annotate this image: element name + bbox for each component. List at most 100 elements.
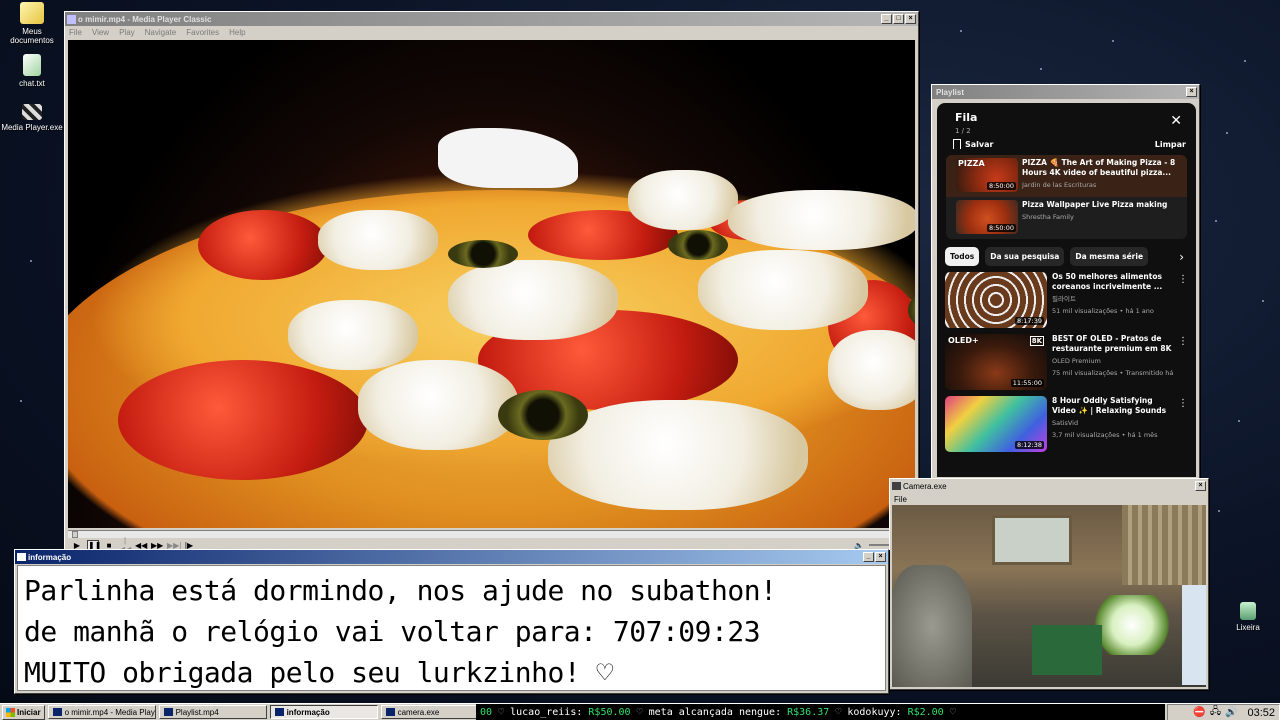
task-label: o mimir.mp4 - Media Playe... [64, 707, 155, 717]
clock[interactable]: 03:52 [1241, 707, 1275, 719]
window-title: Camera.exe [903, 481, 947, 491]
recommended-channel: OLED Premium [1052, 357, 1101, 365]
heart-icon: ♡ [835, 707, 848, 718]
recommended-channel: 필라이트 [1052, 295, 1076, 303]
close-button[interactable]: × [1186, 87, 1197, 97]
youtube-queue-panel: Fila 1 / 2 ✕ Salvar Limpar PIZZA 8:50:00… [937, 103, 1196, 477]
filter-chips: Todos Da sua pesquisa Da mesma série › [937, 239, 1196, 266]
recommended-item[interactable]: OLED+ 8K 11:55:00 BEST OF OLED - Pratos … [937, 328, 1196, 390]
info-window[interactable]: informação _ × Parlinha está dormindo, n… [14, 549, 889, 694]
queue-thumbnail: 8:50:00 [956, 200, 1018, 234]
system-tray: ⛔ 🖧 🔊 03:52 [1167, 704, 1280, 720]
start-button[interactable]: Iniciar [2, 704, 45, 720]
ticker-user: meta alcançada nengue: [648, 707, 782, 718]
heart-icon: ♡ [498, 707, 511, 718]
save-button[interactable]: Salvar [953, 139, 993, 149]
close-button[interactable]: × [905, 14, 916, 24]
chip-da-mesma-serie[interactable]: Da mesma série [1070, 247, 1149, 266]
donation-ticker: 00 ♡ lucao_reiis: R$50.00 ♡ meta alcança… [476, 704, 1165, 720]
recommended-channel: SatisVid [1052, 419, 1079, 427]
menu-view[interactable]: View [92, 28, 109, 37]
title-bar[interactable]: Playlist × [932, 85, 1199, 99]
queue-item[interactable]: 8:50:00 Pizza Wallpaper Live Pizza makin… [946, 197, 1187, 239]
queue-channel: Jardin de las Escrituras [1022, 181, 1097, 189]
clear-button[interactable]: Limpar [1155, 140, 1186, 149]
menu-file[interactable]: File [69, 28, 82, 37]
desktop-icon-chat-txt[interactable]: chat.txt [0, 54, 64, 88]
thumb-text: PIZZA [958, 159, 985, 168]
maximize-button[interactable]: □ [893, 14, 904, 24]
recommended-thumbnail: 8:17:39 [945, 272, 1047, 328]
video-frame-pizza[interactable] [68, 40, 915, 528]
security-icon[interactable]: ⛔ [1193, 707, 1205, 718]
task-label: informação [286, 707, 330, 717]
playlist-window[interactable]: Playlist × Fila 1 / 2 ✕ Salvar Limpar PI… [931, 84, 1200, 480]
queue-channel: Shrestha Family [1022, 213, 1074, 221]
title-bar[interactable]: o mimir.mp4 - Media Player Classic _ □ × [65, 12, 918, 26]
network-icon[interactable]: 🖧 [1210, 704, 1221, 720]
close-button[interactable]: × [1195, 481, 1206, 491]
taskbar-button-playlist[interactable]: Playlist.mp4 [158, 705, 267, 719]
chevron-right-icon[interactable]: › [1179, 250, 1188, 264]
duration: 8:17:39 [1014, 317, 1044, 325]
start-label: Iniciar [17, 707, 41, 717]
task-label: Playlist.mp4 [175, 707, 219, 717]
window-title: Playlist [936, 87, 965, 97]
app-icon [17, 553, 26, 561]
volume-icon[interactable]: 🔊 [1225, 707, 1237, 718]
ticker-amount: R$2.00 [907, 707, 944, 718]
save-label: Salvar [965, 139, 994, 149]
recommended-item[interactable]: 8:12:38 8 Hour Oddly Satisfying Video ✨ … [937, 390, 1196, 452]
duration: 8:12:38 [1014, 441, 1044, 449]
camera-window[interactable]: Camera.exe × File [889, 478, 1209, 690]
more-options-icon[interactable]: ⋮ [1178, 398, 1188, 409]
info-line: Parlinha está dormindo, nos ajude no sub… [24, 574, 777, 607]
duration: 11:55:00 [1010, 379, 1044, 387]
windows-logo-icon [6, 707, 15, 717]
queue-item[interactable]: PIZZA 8:50:00 PIZZA 🍕 The Art of Making … [946, 155, 1187, 197]
chip-da-sua-pesquisa[interactable]: Da sua pesquisa [985, 247, 1065, 266]
seek-handle[interactable] [72, 531, 78, 538]
recommended-meta: 75 mil visualizações • Transmitido há 1 … [1052, 369, 1175, 377]
close-button[interactable]: × [875, 552, 886, 562]
window-title: informação [28, 552, 72, 562]
more-options-icon[interactable]: ⋮ [1178, 336, 1188, 347]
desktop-icon-media-player[interactable]: Media Player.exe [0, 104, 64, 132]
seek-bar[interactable] [68, 530, 915, 538]
close-icon[interactable]: ✕ [1170, 113, 1182, 129]
taskbar: Iniciar o mimir.mp4 - Media Playe... Pla… [0, 703, 1280, 720]
media-player-window[interactable]: o mimir.mp4 - Media Player Classic _ □ ×… [64, 11, 919, 554]
heart-icon: ♡ [636, 707, 649, 718]
chip-todos[interactable]: Todos [945, 247, 980, 266]
info-message: Parlinha está dormindo, nos ajude no sub… [17, 565, 886, 691]
window-icon [163, 708, 173, 716]
queue-title: PIZZA 🍕 The Art of Making Pizza - 8 Hour… [1022, 158, 1176, 177]
recommended-item[interactable]: 8:17:39 Os 50 melhores alimentos coreano… [937, 266, 1196, 328]
menu-favorites[interactable]: Favorites [186, 28, 219, 37]
desktop-icon-label: chat.txt [19, 79, 45, 88]
desktop-icon-my-documents[interactable]: Meus documentos [0, 2, 64, 45]
ticker-user: lucao_reiis: [510, 707, 583, 718]
menu-navigate[interactable]: Navigate [145, 28, 177, 37]
taskbar-button-informacao[interactable]: informação [269, 705, 378, 719]
minimize-button[interactable]: _ [863, 552, 874, 562]
menu-bar: File View Play Navigate Favorites Help [65, 26, 918, 38]
menu-play[interactable]: Play [119, 28, 135, 37]
recommended-title: Os 50 melhores alimentos coreanos incriv… [1052, 272, 1163, 291]
title-bar[interactable]: Camera.exe × [890, 479, 1208, 493]
queue-thumbnail: PIZZA 8:50:00 [956, 158, 1018, 192]
minimize-button[interactable]: _ [881, 14, 892, 24]
queue-header: Fila [955, 111, 978, 124]
ticker-lead: 00 [480, 707, 493, 718]
bookmark-icon [953, 139, 961, 149]
thumb-badge: 8K [1029, 336, 1044, 346]
menu-file[interactable]: File [894, 495, 907, 504]
more-options-icon[interactable]: ⋮ [1178, 274, 1188, 285]
taskbar-button-camera[interactable]: camera.exe [380, 705, 484, 719]
duration: 8:50:00 [986, 182, 1016, 190]
menu-help[interactable]: Help [229, 28, 245, 37]
queue-count: 1 / 2 [955, 127, 971, 135]
desktop-icon-recycle-bin[interactable]: Lixeira [1216, 602, 1280, 632]
taskbar-button-media-player[interactable]: o mimir.mp4 - Media Playe... [47, 705, 156, 719]
title-bar[interactable]: informação _ × [15, 550, 888, 564]
